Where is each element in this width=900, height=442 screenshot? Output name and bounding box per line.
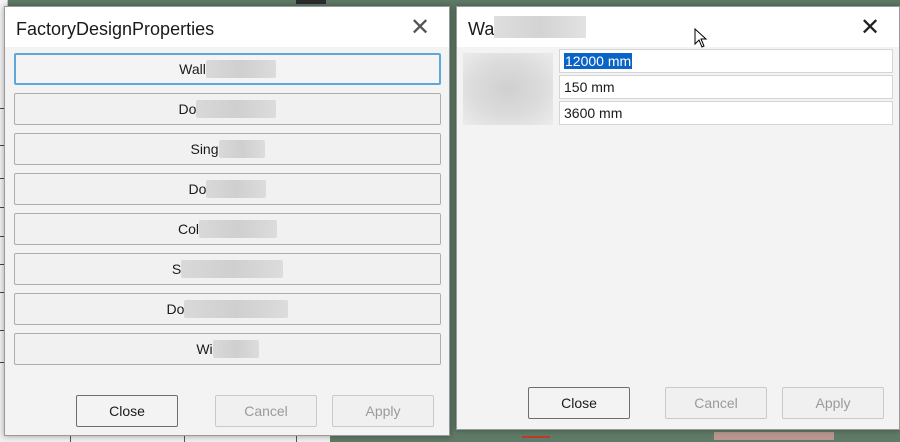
category-button[interactable]: Sing bbox=[14, 133, 441, 165]
close-icon[interactable]: ✕ bbox=[855, 13, 885, 43]
close-button[interactable]: Close bbox=[76, 395, 178, 427]
background-toolbar-fragment bbox=[296, 0, 326, 4]
length-field[interactable]: 12000 mm bbox=[559, 49, 893, 73]
category-button[interactable]: S bbox=[14, 253, 441, 285]
category-button-label: Wall bbox=[179, 61, 206, 77]
category-button-label: Col bbox=[177, 221, 199, 237]
factory-design-properties-dialog: FactoryDesignProperties ✕ Wall Do Sing D… bbox=[4, 6, 450, 436]
category-button-label: Wi bbox=[196, 341, 213, 357]
category-button[interactable]: Do bbox=[14, 293, 441, 325]
redacted-text bbox=[205, 60, 276, 79]
height-field[interactable]: 3600 mm bbox=[559, 101, 893, 125]
redacted-text bbox=[494, 16, 587, 39]
redacted-text bbox=[218, 140, 265, 159]
redacted-text bbox=[196, 100, 277, 119]
dialog-title-text: Wa bbox=[468, 19, 495, 39]
thickness-field[interactable]: 150 mm bbox=[559, 75, 893, 99]
category-button-label: Do bbox=[188, 181, 207, 197]
dialog-title: Wa bbox=[468, 16, 587, 41]
background-canvas-line bbox=[522, 436, 550, 438]
category-button[interactable]: Do bbox=[14, 173, 441, 205]
selected-text: 12000 mm bbox=[564, 53, 633, 69]
redacted-text bbox=[184, 300, 289, 319]
cancel-button[interactable]: Cancel bbox=[665, 387, 767, 419]
category-button[interactable]: Col bbox=[14, 213, 441, 245]
background-canvas-shape bbox=[714, 432, 834, 440]
category-button-label: Do bbox=[178, 101, 197, 117]
field-value: 150 mm bbox=[564, 79, 615, 95]
redacted-text bbox=[212, 340, 259, 359]
apply-button[interactable]: Apply bbox=[332, 395, 434, 427]
dialog-titlebar: Wa ✕ bbox=[457, 7, 899, 47]
redacted-text bbox=[199, 220, 277, 239]
close-icon[interactable]: ✕ bbox=[405, 13, 435, 43]
wall-properties-dialog: Wa ✕ 12000 mm 150 mm 3600 mm Close Cance… bbox=[456, 6, 900, 430]
category-button-label: Do bbox=[166, 301, 185, 317]
field-value: 3600 mm bbox=[564, 105, 623, 121]
mouse-cursor-icon bbox=[694, 28, 708, 48]
category-button[interactable]: Do bbox=[14, 93, 441, 125]
background-canvas-fragment bbox=[452, 430, 900, 442]
redacted-text bbox=[206, 180, 267, 199]
dialog-titlebar: FactoryDesignProperties ✕ bbox=[5, 7, 449, 47]
category-button-label: Sing bbox=[190, 141, 219, 157]
category-button-wall[interactable]: Wall bbox=[14, 53, 441, 85]
apply-button[interactable]: Apply bbox=[782, 387, 884, 419]
category-button-label: S bbox=[171, 261, 182, 277]
close-button[interactable]: Close bbox=[528, 387, 630, 419]
wall-preview-image bbox=[463, 53, 553, 125]
category-button[interactable]: Wi bbox=[14, 333, 441, 365]
redacted-text bbox=[181, 260, 284, 279]
dialog-title: FactoryDesignProperties bbox=[16, 19, 215, 39]
category-button-list: Wall Do Sing Do Col S Do Wi bbox=[14, 53, 441, 373]
cancel-button[interactable]: Cancel bbox=[215, 395, 317, 427]
